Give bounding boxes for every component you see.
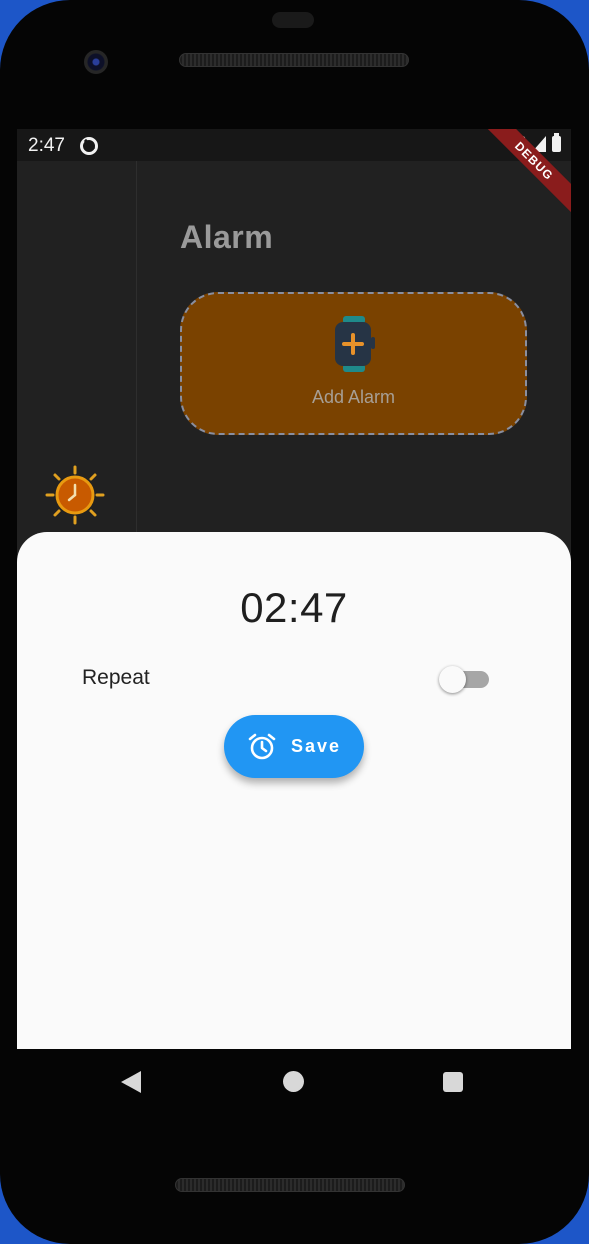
page-title: Alarm: [180, 219, 274, 255]
repeat-toggle[interactable]: [439, 665, 491, 693]
home-icon[interactable]: [283, 1071, 304, 1092]
top-speaker: [179, 53, 409, 67]
repeat-label: Repeat: [82, 666, 150, 689]
status-bar: 2:47: [17, 129, 571, 161]
alarm-time-display[interactable]: 02:47: [17, 584, 571, 632]
add-alarm-button[interactable]: Add Alarm: [180, 292, 527, 435]
clock-sun-icon[interactable]: [45, 465, 105, 525]
add-alarm-icon: [335, 316, 375, 372]
bottom-speaker: [175, 1178, 405, 1192]
screen: 2:47 DEBUG Alarm Add Alarm 02:47 Repeat …: [17, 129, 571, 1049]
alarm-clock-icon: [248, 733, 276, 759]
recents-icon[interactable]: [443, 1072, 463, 1092]
save-label: Save: [290, 736, 342, 756]
bottom-sheet: 02:47 Repeat Save: [17, 532, 571, 1049]
add-alarm-label: Add Alarm: [311, 387, 396, 407]
earpiece: [272, 12, 314, 28]
back-icon[interactable]: [121, 1071, 141, 1093]
app-notification-icon: [80, 137, 98, 155]
battery-icon: [552, 133, 561, 152]
repeat-toggle-thumb: [439, 666, 466, 693]
navigation-bar: [17, 1049, 571, 1115]
save-button[interactable]: Save: [224, 715, 364, 778]
phone-frame: 2:47 DEBUG Alarm Add Alarm 02:47 Repeat …: [0, 0, 589, 1244]
front-camera: [84, 50, 108, 74]
status-time: 2:47: [28, 135, 65, 156]
